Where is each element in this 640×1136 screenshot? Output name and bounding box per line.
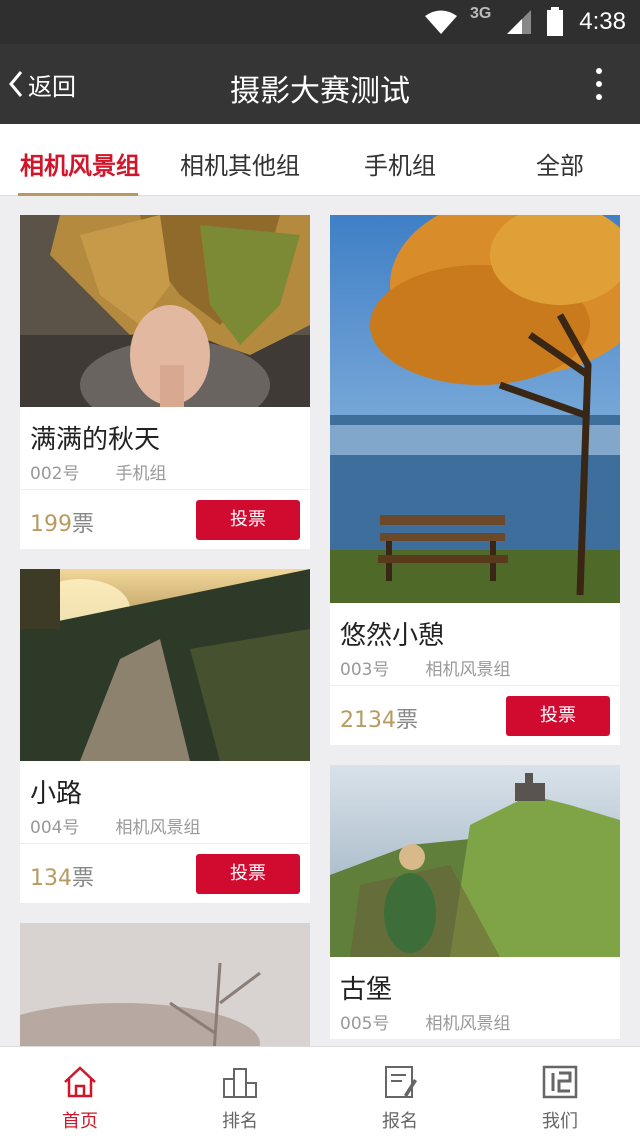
entry-photo-lake-tree[interactable] bbox=[330, 215, 620, 603]
entry-number: 003号 bbox=[340, 660, 390, 680]
entry-group: 相机风景组 bbox=[115, 818, 201, 838]
entry-number: 002号 bbox=[30, 464, 80, 484]
vote-count: 199票 bbox=[30, 512, 95, 537]
entry-group: 手机组 bbox=[115, 464, 167, 484]
entry-title: 小路 bbox=[30, 779, 83, 809]
vote-count: 2134票 bbox=[340, 708, 419, 733]
nav-ranking[interactable]: 排名 bbox=[160, 1047, 320, 1136]
home-icon bbox=[64, 1066, 96, 1098]
entry-card[interactable]: 满满的秋天 002号 手机组 199票 投票 bbox=[20, 215, 310, 549]
chevron-left-icon bbox=[9, 71, 23, 97]
entry-photo-castle[interactable] bbox=[330, 765, 620, 957]
nav-label: 我们 bbox=[542, 1111, 578, 1132]
entry-footer: 2134票 投票 bbox=[330, 685, 620, 745]
entry-meta: 003号 相机风景组 bbox=[330, 651, 620, 685]
entry-meta: 002号 手机组 bbox=[20, 455, 310, 489]
wifi-icon bbox=[425, 10, 457, 34]
entry-photo-autumn-leaves[interactable] bbox=[20, 215, 310, 407]
more-vertical-icon bbox=[596, 68, 602, 74]
left-column: 满满的秋天 002号 手机组 199票 投票 小路 004号 相机风景组 134… bbox=[20, 215, 310, 1133]
entry-meta: 005号 相机风景组 bbox=[330, 1005, 620, 1039]
vote-button[interactable]: 投票 bbox=[506, 696, 610, 736]
nav-label: 报名 bbox=[382, 1111, 418, 1132]
tab-camera-landscape[interactable]: 相机风景组 bbox=[0, 124, 160, 196]
nav-about[interactable]: 我们 bbox=[480, 1047, 640, 1136]
clock: 4:38 bbox=[579, 8, 626, 35]
right-column: 悠然小憩 003号 相机风景组 2134票 投票 古堡 005号 相机风景组 bbox=[330, 215, 620, 1059]
network-type: 3G bbox=[470, 5, 492, 22]
nav-label: 排名 bbox=[222, 1111, 258, 1132]
signup-icon bbox=[385, 1066, 417, 1098]
more-menu-button[interactable] bbox=[588, 68, 610, 104]
vote-button[interactable]: 投票 bbox=[196, 500, 300, 540]
cell-signal-icon bbox=[507, 10, 531, 34]
entry-group: 相机风景组 bbox=[425, 660, 511, 680]
entry-title: 古堡 bbox=[340, 975, 393, 1005]
battery-icon bbox=[547, 7, 563, 36]
entry-photo-path[interactable] bbox=[20, 569, 310, 761]
entry-card[interactable]: 悠然小憩 003号 相机风景组 2134票 投票 bbox=[330, 215, 620, 745]
nav-label: 首页 bbox=[62, 1111, 98, 1132]
tab-all[interactable]: 全部 bbox=[480, 124, 640, 196]
back-label: 返回 bbox=[28, 72, 76, 101]
entry-group: 相机风景组 bbox=[425, 1014, 511, 1034]
nav-signup[interactable]: 报名 bbox=[320, 1047, 480, 1136]
app-header: 返回 摄影大赛测试 bbox=[0, 44, 640, 124]
tab-camera-other[interactable]: 相机其他组 bbox=[160, 124, 320, 196]
entry-footer: 199票 投票 bbox=[20, 489, 310, 549]
entry-meta: 004号 相机风景组 bbox=[20, 809, 310, 843]
entry-number: 005号 bbox=[340, 1014, 390, 1034]
entry-title: 满满的秋天 bbox=[30, 425, 161, 455]
category-tabs: 相机风景组 相机其他组 手机组 全部 bbox=[0, 124, 640, 196]
back-button[interactable]: 返回 bbox=[8, 66, 76, 102]
page-title: 摄影大赛测试 bbox=[230, 74, 410, 109]
vote-button[interactable]: 投票 bbox=[196, 854, 300, 894]
entry-card[interactable]: 古堡 005号 相机风景组 bbox=[330, 765, 620, 1039]
status-bar: 3G 4:38 bbox=[0, 0, 640, 44]
entry-number: 004号 bbox=[30, 818, 80, 838]
entry-footer: 134票 投票 bbox=[20, 843, 310, 903]
entry-card[interactable]: 小路 004号 相机风景组 134票 投票 bbox=[20, 569, 310, 903]
vote-count: 134票 bbox=[30, 866, 95, 891]
tab-phone[interactable]: 手机组 bbox=[320, 124, 480, 196]
about-icon bbox=[542, 1065, 578, 1099]
nav-home[interactable]: 首页 bbox=[0, 1047, 160, 1136]
podium-icon bbox=[223, 1068, 257, 1098]
bottom-nav: 首页 排名 报名 我们 bbox=[0, 1046, 640, 1136]
entry-title: 悠然小憩 bbox=[340, 621, 445, 651]
